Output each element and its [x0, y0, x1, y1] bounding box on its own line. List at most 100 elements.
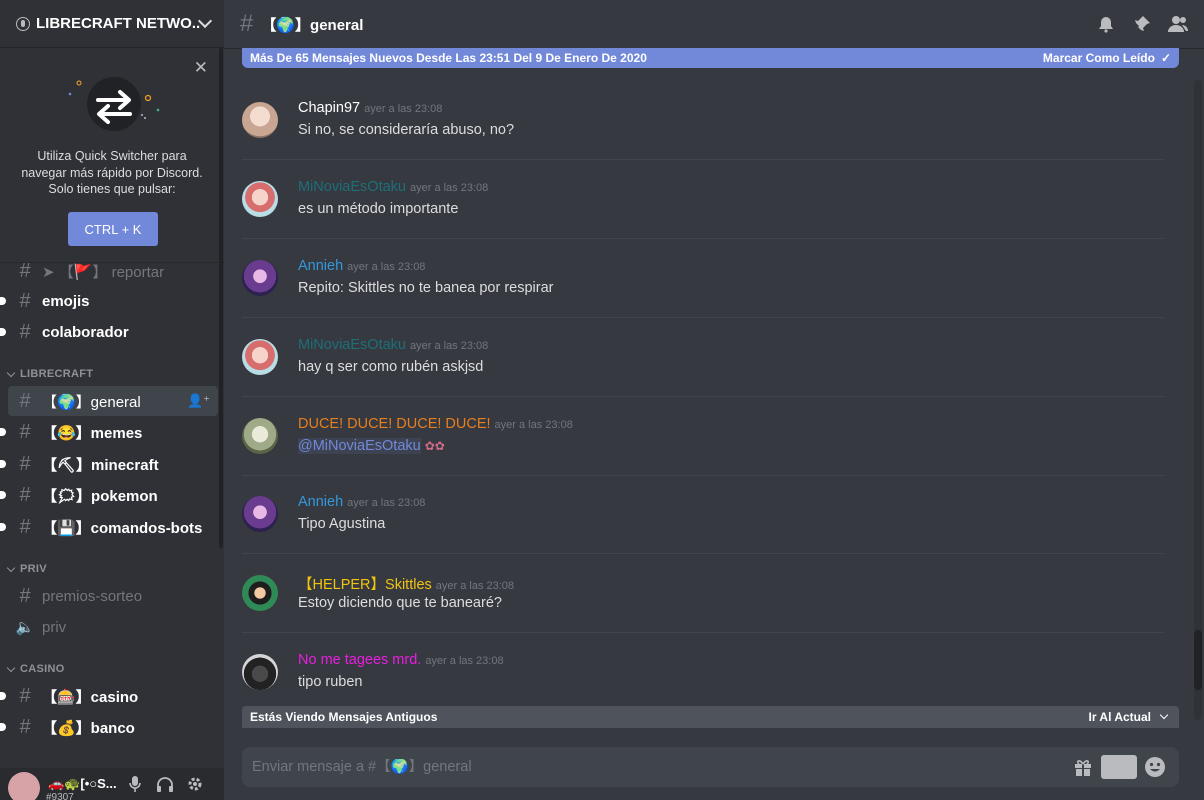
quick-switcher-text: Utiliza Quick Switcher para navegar más … — [21, 149, 203, 196]
channel-emojis[interactable]: # emojis — [0, 286, 218, 316]
message: MiNoviaEsOtaku ayer a las 23:08 hay q ser… — [242, 337, 1164, 417]
unread-indicator — [0, 523, 6, 531]
category-priv[interactable]: PRIV — [6, 563, 47, 575]
message: Annieh ayer a las 23:08 Tipo Agustina — [242, 494, 1164, 574]
message-text: Repito: Skittles no te banea por respira… — [298, 280, 554, 296]
hash-icon: # — [19, 515, 31, 538]
message-text: tipo ruben — [298, 674, 363, 690]
chevron-down-icon — [6, 368, 16, 377]
message-timestamp: ayer a las 23:08 — [494, 419, 573, 431]
message-author[interactable]: Chapin97 — [298, 100, 360, 116]
hash-icon: # — [19, 320, 31, 343]
category-casino[interactable]: CASINO — [6, 663, 65, 675]
divider — [242, 159, 1164, 160]
message-author[interactable]: MiNoviaEsOtaku — [298, 179, 406, 195]
chat-scrollbar-thumb[interactable] — [1194, 630, 1202, 690]
channel-premios-sorteo[interactable]: # premios-sorteo — [8, 581, 218, 611]
channel-header: # 【🌍】general — [224, 0, 1204, 48]
channel-banco[interactable]: # 【💰】banco — [0, 712, 218, 742]
channel-minecraft[interactable]: # 【⛏】minecraft — [0, 449, 218, 479]
message-text: Si no, se consideraría abuso, no? — [298, 122, 515, 138]
avatar[interactable] — [242, 654, 278, 690]
message-timestamp: ayer a las 23:08 — [409, 182, 489, 194]
message-author[interactable]: DUCE! DUCE! DUCE! DUCE! — [298, 416, 491, 432]
headphones-icon[interactable] — [150, 768, 180, 800]
hash-icon: # — [240, 10, 254, 37]
new-messages-bar[interactable]: Más De 65 Mensajes Nuevos Desde Las 23:5… — [242, 48, 1179, 68]
invite-user-icon[interactable]: 👤⁺ — [187, 393, 210, 409]
chevron-down-icon — [6, 663, 16, 672]
gear-icon[interactable] — [180, 768, 210, 800]
mark-as-read-button[interactable]: Marcar Como Leído — [1043, 51, 1155, 65]
channel-reportar[interactable]: # ➤ 【🚩】 reportar — [8, 256, 218, 286]
message-timestamp: ayer a las 23:08 — [409, 340, 489, 352]
ctrl-k-button[interactable]: CTRL + K — [68, 212, 158, 246]
channel-title: 【🌍】general — [261, 16, 364, 34]
custom-emoji-icon: ✿✿ — [424, 439, 445, 453]
message-timestamp: ayer a las 23:08 — [364, 103, 443, 115]
divider — [242, 632, 1164, 633]
avatar[interactable] — [242, 418, 278, 454]
old-messages-bar: Estás Viendo Mensajes Antiguos Ir Al Act… — [242, 706, 1179, 728]
message-timestamp: ayer a las 23:08 — [347, 261, 426, 273]
avatar[interactable] — [242, 339, 278, 375]
speaker-icon: 🔈 — [15, 619, 35, 636]
channel-colaborador[interactable]: # colaborador — [0, 317, 218, 347]
quick-switcher-tip: ✕ Utiliza Quick Switcher para navegar má… — [0, 48, 224, 263]
user-mention[interactable]: @MiNoviaEsOtaku — [298, 438, 421, 454]
chat-scrollbar-track[interactable] — [1194, 80, 1202, 720]
divider — [242, 238, 1164, 239]
server-boost-icon — [16, 16, 30, 31]
channel-comandos-bots[interactable]: # 【💾】comandos-bots — [0, 512, 218, 542]
divider — [242, 553, 1164, 554]
message-author[interactable]: 【HELPER】Skittles — [298, 577, 432, 593]
message-timestamp: ayer a las 23:08 — [347, 497, 426, 509]
server-name: LIBRECRAFT NETWO... — [36, 15, 200, 32]
server-header[interactable]: LIBRECRAFT NETWO... — [0, 0, 224, 48]
jump-to-present-button[interactable]: Ir Al Actual — [1089, 710, 1171, 724]
channel-priv[interactable]: 🔈 priv — [8, 612, 218, 642]
members-icon[interactable] — [1160, 12, 1196, 36]
message-author[interactable]: Annieh — [298, 258, 343, 274]
message: 【HELPER】Skittles ayer a las 23:08 Estoy d… — [242, 575, 1164, 653]
category-librecraft[interactable]: LIBRECRAFT — [6, 368, 93, 380]
message: DUCE! DUCE! DUCE! DUCE! ayer a las 23:08 … — [242, 416, 1164, 496]
avatar[interactable] — [242, 181, 278, 217]
message-author[interactable]: MiNoviaEsOtaku — [298, 337, 406, 353]
avatar[interactable] — [242, 102, 278, 138]
divider — [242, 475, 1164, 476]
message-timestamp: ayer a las 23:08 — [435, 580, 515, 592]
chevron-down-icon — [1159, 710, 1169, 720]
avatar[interactable] — [242, 496, 278, 532]
channel-general[interactable]: # 【🌍】general 👤⁺ — [8, 386, 218, 416]
avatar[interactable] — [8, 772, 40, 800]
microphone-icon[interactable] — [120, 768, 150, 800]
message-author[interactable]: No me tagees mrd. — [298, 652, 421, 668]
unread-indicator — [0, 328, 6, 336]
close-icon[interactable]: ✕ — [194, 58, 208, 78]
gift-icon[interactable] — [1065, 755, 1101, 779]
unread-indicator — [0, 692, 6, 700]
user-panel: 🚗🐢[•○S... #9307 — [0, 768, 224, 800]
hash-icon: # — [19, 483, 31, 506]
avatar[interactable] — [242, 575, 278, 611]
sidebar-scrollbar[interactable] — [219, 48, 223, 548]
emoji-icon[interactable] — [1137, 755, 1173, 779]
pin-icon[interactable] — [1124, 12, 1160, 36]
hash-icon: # — [19, 684, 31, 707]
chevron-down-icon — [6, 563, 16, 572]
message-author[interactable]: Annieh — [298, 494, 343, 510]
channel-casino[interactable]: # 【🎰】casino — [0, 681, 218, 711]
mark-read-icon: ✓ — [1160, 51, 1171, 65]
avatar[interactable] — [242, 260, 278, 296]
message-timestamp: ayer a las 23:08 — [425, 655, 504, 667]
user-tag: #9307 — [46, 792, 74, 800]
gif-button[interactable]: GIF — [1101, 755, 1137, 779]
unread-indicator — [0, 491, 6, 499]
bell-icon[interactable] — [1088, 12, 1124, 36]
channel-pokemon[interactable]: # 【🗯】pokemon — [0, 480, 218, 510]
message-input[interactable] — [252, 759, 1032, 775]
channel-memes[interactable]: # 【😂】memes — [0, 417, 218, 447]
hash-icon: # — [19, 389, 31, 412]
message-text: es un método importante — [298, 201, 459, 217]
